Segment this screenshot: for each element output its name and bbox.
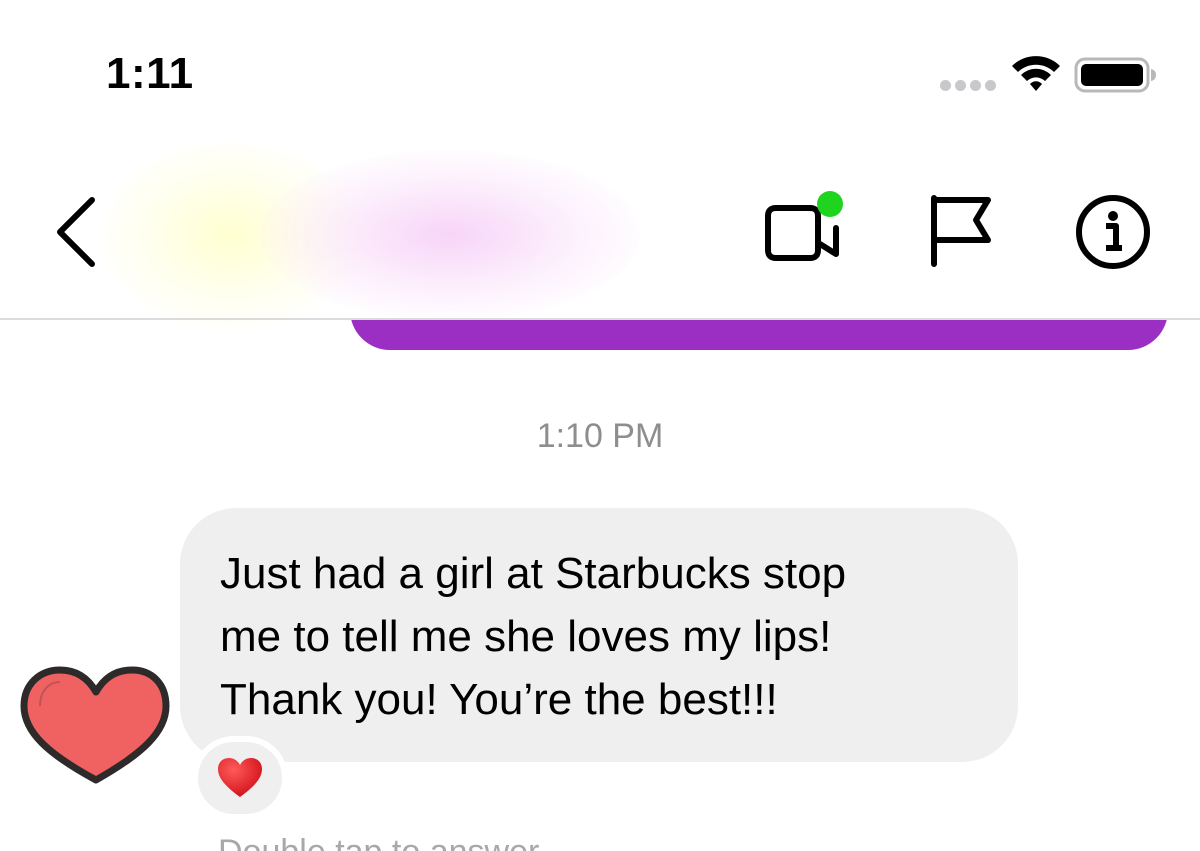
message-timestamp: 1:10 PM	[536, 417, 664, 455]
info-button[interactable]	[1070, 192, 1156, 278]
flag-icon	[931, 195, 991, 267]
chat-screen: 1:11 1:10 PM Just had a girl at Starbuck…	[0, 0, 1200, 851]
double-tap-hint: Double tap to answer	[218, 830, 539, 851]
status-time: 1:11	[106, 49, 194, 98]
message-reaction[interactable]	[192, 736, 288, 820]
header-divider	[0, 318, 1200, 320]
received-message-bubble[interactable]: Just had a girl at Starbucks stop me to …	[180, 508, 1018, 762]
heart-sticker	[20, 666, 170, 784]
report-flag-button[interactable]	[924, 190, 1000, 272]
signal-dots-icon	[940, 80, 996, 91]
chevron-left-icon	[57, 197, 95, 267]
info-icon	[1076, 195, 1150, 269]
contact-name-blurred[interactable]	[60, 110, 640, 340]
video-call-button[interactable]	[760, 188, 850, 270]
wifi-icon	[1012, 56, 1060, 91]
back-button[interactable]	[48, 192, 106, 272]
red-heart-icon	[218, 758, 262, 797]
active-status-dot	[817, 191, 843, 217]
received-message-text: Just had a girl at Starbucks stop me to …	[220, 549, 847, 724]
battery-icon	[1074, 57, 1156, 93]
